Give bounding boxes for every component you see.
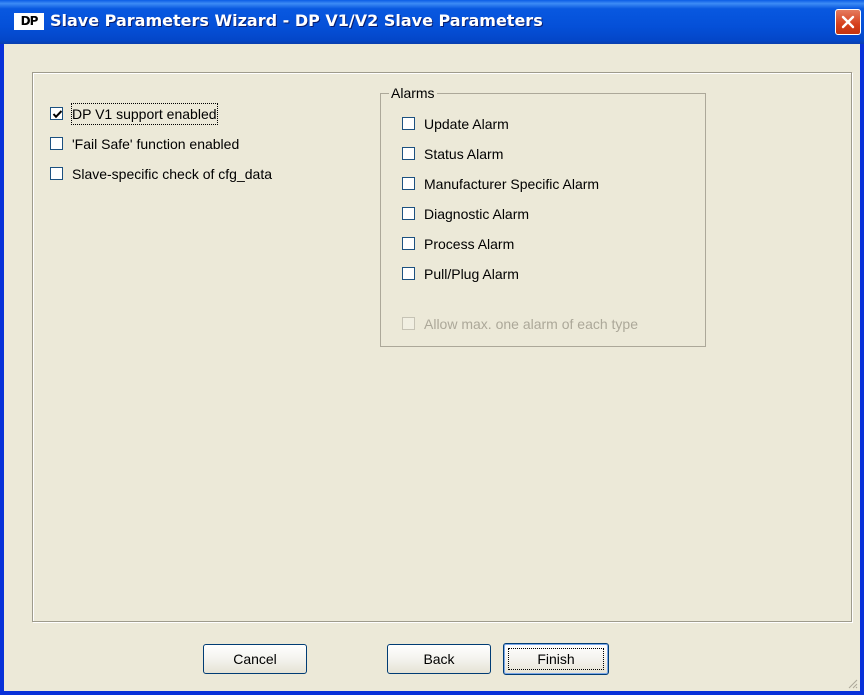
title-bar[interactable]: DP Slave Parameters Wizard - DP V1/V2 Sl… <box>0 0 864 44</box>
cfg-data-check-label: Slave-specific check of cfg_data <box>72 166 272 182</box>
close-icon <box>841 15 855 29</box>
close-button[interactable] <box>835 9 861 35</box>
finish-button[interactable]: Finish <box>503 643 609 675</box>
cfg-data-check-checkbox[interactable] <box>50 167 63 180</box>
allow-max-one-alarm-checkbox <box>402 317 415 330</box>
finish-button-label: Finish <box>504 644 608 674</box>
alarms-group-title: Alarms <box>389 84 437 102</box>
status-alarm-checkbox[interactable] <box>402 147 415 160</box>
process-alarm-label: Process Alarm <box>424 236 515 252</box>
process-alarm-checkbox[interactable] <box>402 237 415 250</box>
update-alarm-checkbox[interactable] <box>402 117 415 130</box>
dp-app-icon: DP <box>14 13 44 30</box>
fail-safe-label: 'Fail Safe' function enabled <box>72 136 240 152</box>
status-alarm-label: Status Alarm <box>424 146 504 162</box>
diagnostic-alarm-checkbox[interactable] <box>402 207 415 220</box>
window-title: Slave Parameters Wizard - DP V1/V2 Slave… <box>50 11 543 30</box>
pull-plug-alarm-checkbox[interactable] <box>402 267 415 280</box>
dp-v1-support-checkbox[interactable] <box>50 107 63 120</box>
back-button[interactable]: Back <box>387 644 491 674</box>
fail-safe-checkbox[interactable] <box>50 137 63 150</box>
resize-grip-icon[interactable] <box>846 677 858 689</box>
manufacturer-alarm-label: Manufacturer Specific Alarm <box>424 176 600 192</box>
cancel-button[interactable]: Cancel <box>203 644 307 674</box>
checkmark-icon <box>52 110 63 119</box>
dp-v1-support-label: DP V1 support enabled <box>71 103 218 125</box>
diagnostic-alarm-label: Diagnostic Alarm <box>424 206 530 222</box>
allow-max-one-alarm-label: Allow max. one alarm of each type <box>424 316 638 332</box>
manufacturer-alarm-checkbox[interactable] <box>402 177 415 190</box>
pull-plug-alarm-label: Pull/Plug Alarm <box>424 266 519 282</box>
update-alarm-label: Update Alarm <box>424 116 509 132</box>
